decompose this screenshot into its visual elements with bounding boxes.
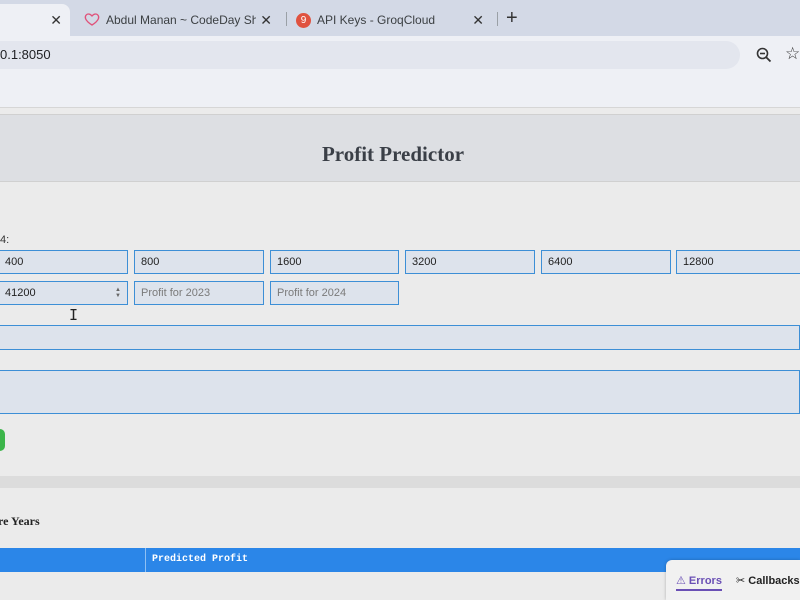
profit-input-6[interactable]: 12800: [676, 250, 800, 274]
heart-icon: [84, 11, 100, 30]
page-content: Profit Predictor 4: 400 800 1600 3200 64…: [0, 108, 800, 600]
url-field[interactable]: 0.1:8050: [0, 41, 740, 69]
profit-stepper[interactable]: 41200 ▲ ▼: [0, 281, 128, 305]
groq-favicon-icon: 9: [296, 12, 311, 28]
wide-input-2[interactable]: [0, 370, 800, 414]
tab-codeday[interactable]: Abdul Manan ~ CodeDay Show ✕: [76, 4, 284, 36]
section-divider: [0, 476, 800, 488]
tab-strip: ✕ Abdul Manan ~ CodeDay Show ✕ 9 API Key…: [0, 0, 800, 36]
profit-input-1[interactable]: 400: [0, 250, 128, 274]
tab-groq[interactable]: 9 API Keys - GroqCloud ✕: [288, 4, 496, 36]
profit-2024-input[interactable]: Profit for 2024: [270, 281, 399, 305]
close-icon[interactable]: ✕: [472, 12, 484, 29]
tab-separator: [497, 12, 498, 26]
close-icon[interactable]: ✕: [50, 12, 62, 29]
errors-tab[interactable]: ⚠ Errors: [676, 574, 722, 591]
tab-title: API Keys - GroqCloud: [317, 13, 436, 27]
bookmarks-bar: [0, 74, 800, 108]
page-title: Profit Predictor: [321, 142, 465, 166]
callbacks-tab[interactable]: ✂ Callbacks: [736, 574, 800, 587]
profit-2023-input[interactable]: Profit for 2023: [134, 281, 264, 305]
wide-input-1[interactable]: [0, 325, 800, 350]
address-bar: 0.1:8050 ☆: [0, 36, 800, 74]
close-icon[interactable]: ✕: [260, 12, 272, 29]
profit-input-2[interactable]: 800: [134, 250, 264, 274]
stepper-value: 41200: [5, 287, 36, 299]
section-heading: re Years: [0, 514, 40, 528]
stepper-arrows-icon[interactable]: ▲ ▼: [115, 287, 121, 299]
profit-input-5[interactable]: 6400: [541, 250, 671, 274]
tab-active[interactable]: ✕: [0, 4, 70, 36]
zoom-out-icon[interactable]: [756, 47, 772, 68]
profit-input-4[interactable]: 3200: [405, 250, 535, 274]
text-cursor-icon: I: [69, 306, 79, 324]
years-label: 4:: [0, 234, 10, 246]
dash-debug-panel: ⚠ Errors ✂ Callbacks: [666, 560, 800, 600]
column-header-predicted-profit: Predicted Profit: [152, 554, 249, 565]
url-text: 0.1:8050: [0, 47, 51, 62]
predict-button[interactable]: [0, 429, 5, 451]
bookmark-star-icon[interactable]: ☆: [785, 44, 800, 64]
column-divider: [145, 548, 146, 572]
new-tab-button[interactable]: +: [506, 8, 518, 28]
tab-title: Abdul Manan ~ CodeDay Show: [106, 13, 256, 27]
profit-input-3[interactable]: 1600: [270, 250, 399, 274]
tab-separator: [286, 12, 287, 26]
